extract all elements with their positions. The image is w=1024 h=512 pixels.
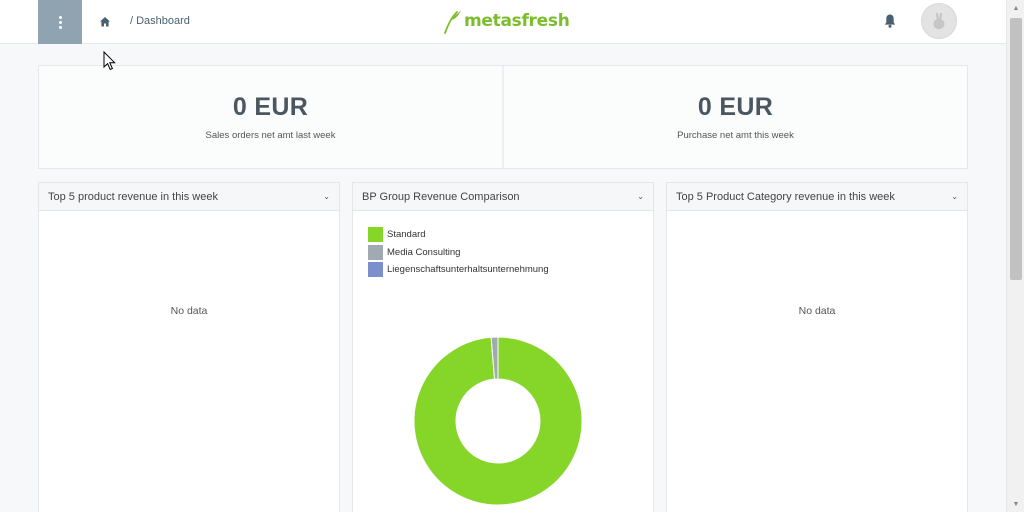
chevron-down-icon[interactable]: ⌄: [323, 192, 330, 201]
widget-top5-product-revenue: Top 5 product revenue in this week ⌄ No …: [38, 182, 340, 512]
legend-label: Standard: [387, 229, 426, 241]
no-data-text: No data: [798, 305, 836, 317]
chart-legend: Standard Media Consulting Liegenschaftsunt…: [368, 226, 549, 279]
app-header: / Dashboard metasfresh: [0, 0, 1006, 44]
legend-item[interactable]: Liegenschaftsunterhaltsunternehmung: [368, 261, 549, 279]
main-menu-button[interactable]: [38, 0, 82, 44]
donut-chart: [413, 336, 583, 506]
widget-top5-category-revenue: Top 5 Product Category revenue in this w…: [666, 182, 968, 512]
widget-title: BP Group Revenue Comparison: [362, 190, 520, 203]
logo-sprout-icon: [444, 10, 461, 34]
widget-title: Top 5 product revenue in this week: [48, 190, 218, 203]
kebab-menu-icon: [58, 15, 62, 29]
kpi-value: 0 EUR: [232, 93, 309, 121]
scroll-up-arrow-icon[interactable]: ▲: [1007, 0, 1024, 16]
widget-header: BP Group Revenue Comparison ⌄: [353, 183, 653, 211]
widget-title: Top 5 Product Category revenue in this w…: [676, 190, 895, 203]
kpi-sales-orders[interactable]: 0 EUR Sales orders net amt last week: [39, 66, 502, 168]
legend-swatch: [368, 227, 383, 243]
no-data-text: No data: [170, 305, 208, 317]
widget-bp-group-revenue: BP Group Revenue Comparison ⌄ Standard Me…: [352, 182, 654, 512]
breadcrumb[interactable]: / Dashboard: [130, 15, 190, 27]
kpi-label: Sales orders net amt last week: [205, 130, 336, 141]
metasfresh-logo[interactable]: metasfresh: [442, 8, 570, 34]
mouse-cursor-icon: [103, 51, 116, 71]
bell-icon[interactable]: [883, 13, 897, 29]
legend-swatch: [368, 244, 383, 260]
chevron-down-icon[interactable]: ⌄: [951, 192, 958, 201]
logo-text: metasfresh: [464, 11, 570, 31]
user-avatar[interactable]: [921, 3, 957, 39]
home-icon[interactable]: [98, 15, 112, 29]
legend-swatch: [368, 262, 383, 278]
kpi-purchase[interactable]: 0 EUR Purchase net amt this week: [502, 66, 967, 168]
chevron-down-icon[interactable]: ⌄: [637, 192, 644, 201]
kpi-value: 0 EUR: [697, 93, 774, 121]
kpi-label: Purchase net amt this week: [677, 130, 794, 141]
legend-item[interactable]: Standard: [368, 226, 549, 244]
avatar-icon: [933, 12, 945, 30]
legend-label: Media Consulting: [387, 246, 461, 258]
widget-header: Top 5 Product Category revenue in this w…: [667, 183, 967, 211]
legend-label: Liegenschaftsunterhaltsunternehmung: [387, 264, 549, 276]
legend-item[interactable]: Media Consulting: [368, 244, 549, 262]
widget-header: Top 5 product revenue in this week ⌄: [39, 183, 339, 211]
kpi-row: 0 EUR Sales orders net amt last week 0 E…: [38, 65, 968, 169]
scroll-thumb[interactable]: [1010, 18, 1022, 280]
page-scrollbar[interactable]: ▲ ▼: [1006, 0, 1024, 512]
scroll-down-arrow-icon[interactable]: ▼: [1007, 496, 1024, 512]
